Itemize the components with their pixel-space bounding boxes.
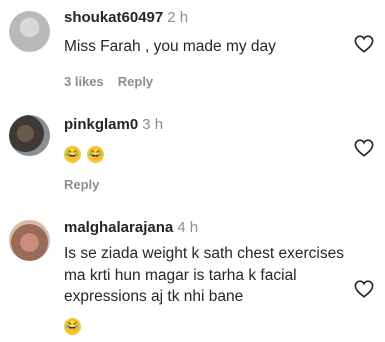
heart-icon[interactable] (354, 280, 374, 298)
comment-item: shoukat60497 2 h Miss Farah , you made my… (0, 8, 385, 98)
username[interactable]: malghalarajana (64, 219, 173, 236)
comment-item: pinkglam0 3 h 😂 😂 Reply (0, 115, 385, 195)
reply-button[interactable]: Reply (118, 74, 153, 89)
comment-actions: Reply (64, 177, 349, 192)
username[interactable]: pinkglam0 (64, 116, 138, 133)
comment-text: Miss Farah , you made my day (64, 38, 276, 55)
timestamp: 4 h (177, 219, 199, 236)
comment-meta: pinkglam0 3 h (64, 115, 349, 135)
avatar[interactable] (9, 115, 50, 156)
emoji-laughing: 😂 (87, 146, 104, 163)
comment-meta: shoukat60497 2 h (64, 8, 349, 28)
timestamp: 2 h (167, 9, 189, 26)
avatar[interactable] (9, 220, 50, 261)
heart-icon[interactable] (354, 35, 374, 53)
comment-actions: 3 likes Reply (64, 74, 349, 89)
comment-meta: malghalarajana 4 h (64, 218, 349, 238)
likes-count[interactable]: 3 likes (64, 74, 104, 89)
username[interactable]: shoukat60497 (64, 9, 163, 26)
emoji-laughing: 😂 (64, 146, 81, 163)
comment-item: malghalarajana 4 h Is se ziada weight k s… (0, 218, 385, 338)
heart-icon[interactable] (354, 139, 374, 157)
avatar[interactable] (9, 11, 50, 52)
emoji-laughing: 😂 (64, 317, 81, 335)
reply-button[interactable]: Reply (64, 177, 99, 192)
timestamp: 3 h (142, 116, 164, 133)
comment-text: 😂 😂 (64, 139, 349, 163)
comment-text: Is se ziada weight k sath chest exercise… (64, 243, 349, 335)
